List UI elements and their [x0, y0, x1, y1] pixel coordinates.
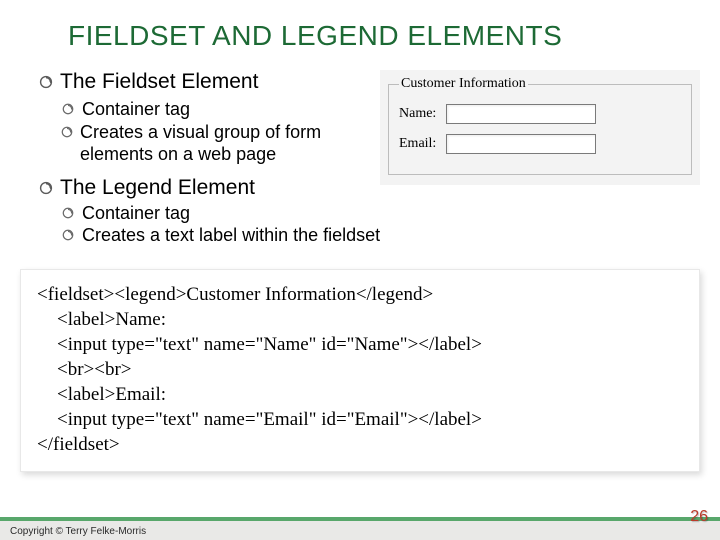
bullet-icon [38, 74, 54, 90]
list-item-text: Creates a visual group of form elements … [80, 121, 362, 166]
email-label: Email: [399, 136, 436, 151]
email-input[interactable] [446, 134, 596, 154]
list-item-text: Container tag [82, 202, 190, 225]
copyright-text: Copyright © Terry Felke-Morris [10, 526, 146, 537]
code-line: <br><br> [37, 357, 683, 382]
slide-content: The Fieldset Element Container tag Creat… [0, 70, 720, 247]
top-row: The Fieldset Element Container tag Creat… [38, 70, 700, 204]
slide-title: FIELDSET AND LEGEND ELEMENTS [0, 0, 720, 70]
bullet-icon [60, 101, 76, 117]
sub-items-fieldset: Container tag Creates a visual group of … [38, 98, 362, 166]
page-number: 26 [690, 508, 708, 526]
list-item-text: Creates a text label within the fieldset [82, 224, 380, 247]
bullet-icon [60, 227, 76, 243]
demo-row-name: Name: [399, 104, 681, 124]
list-item: Container tag [60, 202, 700, 225]
sub-items-legend: Container tag Creates a text label withi… [38, 202, 700, 247]
section-heading-legend: The Legend Element [38, 176, 362, 200]
list-item: Creates a visual group of form elements … [60, 121, 362, 166]
name-label: Name: [399, 106, 436, 121]
code-line: <fieldset><legend>Customer Information</… [37, 284, 433, 305]
name-input[interactable] [446, 104, 596, 124]
section-heading-text: The Legend Element [60, 176, 255, 200]
bullet-icon [38, 180, 54, 196]
bullet-icon [60, 205, 76, 221]
bullet-icon [60, 124, 74, 140]
demo-legend: Customer Information [399, 76, 528, 92]
form-demo: Customer Information Name: Email: [380, 70, 700, 185]
code-block: <fieldset><legend>Customer Information</… [20, 269, 700, 473]
demo-fieldset: Customer Information Name: Email: [388, 76, 692, 175]
list-item: Creates a text label within the fieldset [60, 224, 700, 247]
list-item: Container tag [60, 98, 362, 121]
code-line: </fieldset> [37, 434, 120, 455]
footer: Copyright © Terry Felke-Morris 26 [0, 498, 720, 540]
demo-row-email: Email: [399, 134, 681, 154]
section-heading-fieldset: The Fieldset Element [38, 70, 362, 94]
list-item-text: Container tag [82, 98, 190, 121]
code-line: <input type="text" name="Email" id="Emai… [37, 407, 683, 432]
code-line: <input type="text" name="Name" id="Name"… [37, 332, 683, 357]
left-column: The Fieldset Element Container tag Creat… [38, 70, 362, 204]
code-line: <label>Email: [37, 382, 683, 407]
code-line: <label>Name: [37, 307, 683, 332]
section-heading-text: The Fieldset Element [60, 70, 258, 94]
